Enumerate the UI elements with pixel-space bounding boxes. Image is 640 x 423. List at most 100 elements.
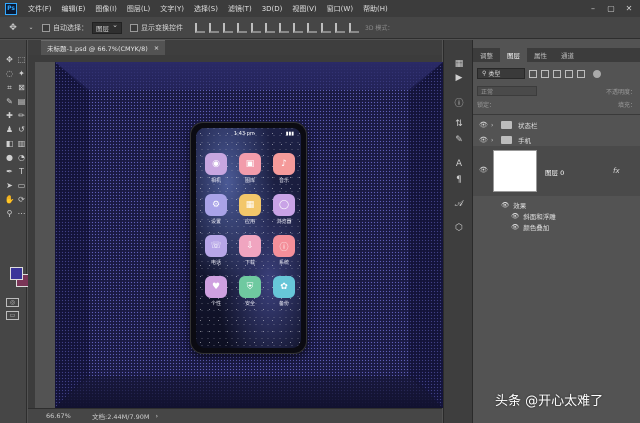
eyedropper-icon[interactable]: ✎ [4, 96, 15, 107]
distribute-middle-icon[interactable] [293, 22, 303, 33]
document-canvas[interactable]: 1:43 pm ▮▮▮ ◉ 相机 ▣ 图库 ♪ 音乐 ⚙ 设置 ▦ 应用 ◯ 浏… [55, 62, 443, 408]
clone-stamp-icon[interactable]: ♟ [4, 124, 15, 135]
close-icon[interactable]: ✕ [620, 0, 638, 17]
eye-icon[interactable]: 👁 [479, 121, 491, 129]
filter-toggle[interactable] [593, 69, 601, 78]
path-select-icon[interactable]: ➤ [4, 180, 15, 191]
effects-row[interactable]: 👁 效果 [501, 200, 526, 210]
paragraph-panel-icon[interactable]: ¶ [453, 174, 465, 186]
history-panel-icon[interactable]: ▦ [453, 58, 465, 70]
menu-view[interactable]: 视图(V) [287, 4, 321, 14]
minimize-icon[interactable]: – [584, 0, 602, 17]
layer-filter-dropdown[interactable]: ⚲ 类型 [477, 68, 525, 79]
menu-filter[interactable]: 滤镜(T) [223, 4, 257, 14]
foreground-color-swatch[interactable] [10, 267, 23, 280]
align-middle-icon[interactable] [251, 22, 261, 33]
auto-select-dropdown[interactable]: 图层 [92, 21, 122, 34]
align-bottom-icon[interactable] [265, 22, 275, 33]
smart-filter-icon[interactable] [577, 69, 585, 78]
align-top-icon[interactable] [237, 22, 247, 33]
character-panel-icon[interactable]: A [453, 158, 465, 170]
menu-type[interactable]: 文字(Y) [155, 4, 189, 14]
info-icon[interactable]: ⓘ [453, 96, 465, 109]
align-center-icon[interactable] [209, 22, 219, 33]
tab-channels[interactable]: 通道 [554, 48, 581, 62]
eye-icon[interactable]: 👁 [511, 212, 519, 220]
layer-row-layer0[interactable]: 👁 图层 0 fx [473, 146, 640, 196]
crop-tool-icon[interactable]: ⌗ [4, 82, 15, 93]
distribute-right-icon[interactable] [349, 22, 359, 33]
shape-tool-icon[interactable]: ▭ [16, 180, 27, 191]
ruler-icon[interactable]: ▤ [16, 96, 27, 107]
pixel-filter-icon[interactable] [529, 69, 537, 78]
more-tools-icon[interactable]: ⋯ [16, 208, 27, 219]
align-right-icon[interactable] [223, 22, 233, 33]
tab-adjustments[interactable]: 调整 [473, 48, 500, 62]
chevron-down-icon[interactable]: ⌄ [24, 21, 38, 35]
auto-select-checkbox[interactable] [42, 23, 50, 32]
move-tool-icon[interactable]: ✥ [4, 54, 15, 65]
distribute-top-icon[interactable] [279, 22, 289, 33]
show-transform-checkbox[interactable] [130, 23, 138, 32]
magic-wand-icon[interactable]: ✦ [16, 68, 27, 79]
zoom-field[interactable]: 66.67% [28, 412, 71, 420]
effect-bevel-emboss[interactable]: 👁 斜面和浮雕 [511, 211, 556, 221]
frame-tool-icon[interactable]: ⊠ [16, 82, 27, 93]
zoom-tool-icon[interactable]: ⚲ [4, 208, 15, 219]
menu-window[interactable]: 窗口(W) [322, 4, 358, 14]
status-arrow-icon[interactable]: › [156, 412, 159, 420]
eye-icon[interactable]: 👁 [479, 166, 491, 174]
chevron-right-icon[interactable]: › [491, 122, 501, 129]
eye-icon[interactable]: 👁 [501, 201, 509, 209]
blend-mode-dropdown[interactable]: 正常 [477, 86, 537, 96]
dodge-icon[interactable]: ◔ [16, 152, 27, 163]
type-tool-icon[interactable]: T [16, 166, 27, 177]
layer-row-phone[interactable]: 👁 › 手机 [473, 133, 640, 147]
menu-3d[interactable]: 3D(D) [257, 5, 288, 13]
blur-icon[interactable]: ● [4, 152, 15, 163]
gradient-icon[interactable]: ▥ [16, 138, 27, 149]
healing-brush-icon[interactable]: ✚ [4, 110, 15, 121]
3d-panel-icon[interactable]: ⬡ [453, 222, 465, 234]
eye-icon[interactable]: 👁 [479, 136, 491, 144]
marquee-tool-icon[interactable]: ⬚ [16, 54, 27, 65]
adjust-filter-icon[interactable] [541, 69, 549, 78]
tab-layers[interactable]: 图层 [500, 48, 527, 62]
chevron-right-icon[interactable]: › [491, 137, 501, 144]
distribute-center-icon[interactable] [335, 22, 345, 33]
align-left-icon[interactable] [195, 22, 205, 33]
menu-select[interactable]: 选择(S) [189, 4, 223, 14]
move-tool-icon[interactable]: ✥ [6, 21, 20, 35]
distribute-left-icon[interactable] [321, 22, 331, 33]
menu-layer[interactable]: 图层(L) [122, 4, 155, 14]
brush-tool-icon[interactable]: ✏ [16, 110, 27, 121]
lasso-tool-icon[interactable]: ◌ [4, 68, 15, 79]
glyphs-panel-icon[interactable]: 𝒜 [453, 198, 465, 210]
menu-help[interactable]: 帮助(H) [358, 4, 393, 14]
maximize-icon[interactable]: ▢ [602, 0, 620, 17]
quick-mask-icon[interactable]: ◎ [6, 298, 19, 307]
screen-mode-icon[interactable]: ▭ [6, 311, 19, 320]
fx-icon[interactable]: fx [613, 167, 620, 175]
rotate-view-icon[interactable]: ⟳ [16, 194, 27, 205]
eye-icon[interactable]: 👁 [511, 223, 519, 231]
type-filter-icon[interactable] [553, 69, 561, 78]
adjust-icon[interactable]: ⇅ [453, 118, 465, 130]
menu-edit[interactable]: 编辑(E) [57, 4, 91, 14]
eraser-icon[interactable]: ◧ [4, 138, 15, 149]
tab-properties[interactable]: 属性 [527, 48, 554, 62]
document-tab[interactable]: 未标题-1.psd @ 66.7%(CMYK/8) × [41, 40, 166, 55]
app-label: 安全 [244, 301, 255, 307]
menu-file[interactable]: 文件(F) [23, 4, 57, 14]
hand-tool-icon[interactable]: ✋ [4, 194, 15, 205]
distribute-bottom-icon[interactable] [307, 22, 317, 33]
shape-filter-icon[interactable] [565, 69, 573, 78]
brush-panel-icon[interactable]: ✎ [453, 134, 465, 146]
effect-color-overlay[interactable]: 👁 颜色叠加 [511, 222, 549, 232]
layer-row-statusbar[interactable]: 👁 › 状态栏 [473, 118, 640, 132]
actions-play-icon[interactable]: ▶ [453, 72, 465, 84]
pen-tool-icon[interactable]: ✒ [4, 166, 15, 177]
menu-image[interactable]: 图像(I) [90, 4, 122, 14]
history-brush-icon[interactable]: ↺ [16, 124, 27, 135]
tab-close-icon[interactable]: × [154, 44, 159, 52]
